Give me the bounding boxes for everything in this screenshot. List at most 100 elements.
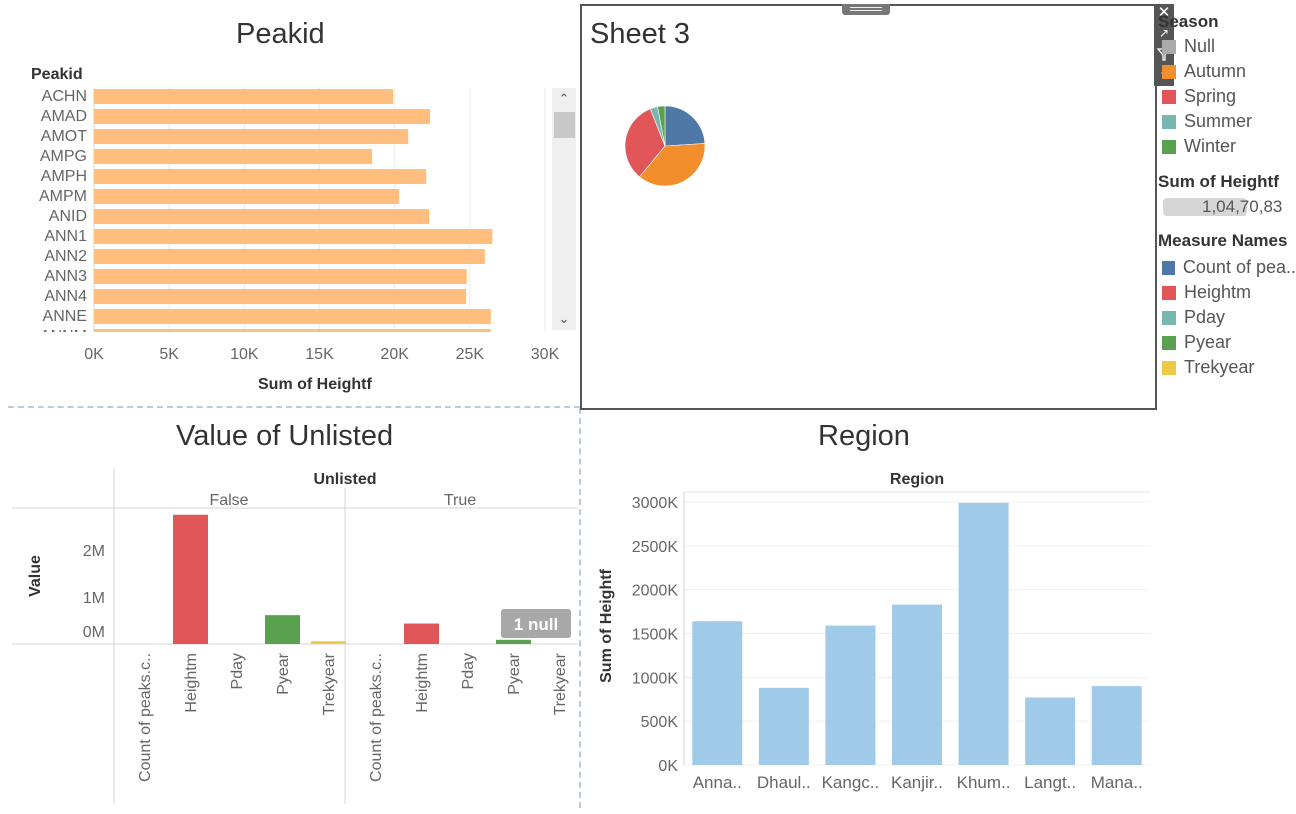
bar-amph: [94, 169, 427, 184]
y-tick-label: 1M: [83, 590, 105, 607]
bar-amot: [94, 129, 409, 144]
sheet3-container[interactable]: [580, 4, 1157, 410]
sheet-title-unlisted: Value of Unlisted: [176, 420, 394, 452]
legend-label: Winter: [1184, 136, 1237, 156]
legend-label: Spring: [1184, 86, 1237, 106]
sheet-title-region: Region: [818, 420, 910, 452]
x-tick-label: Count of peaks.c..: [368, 653, 385, 782]
legend-measure-names: Measure Names Count of pea.. Heightm Pday P…: [1158, 231, 1296, 380]
x-tick-label: Pday: [460, 653, 477, 689]
legend-season-winter[interactable]: Winter: [1158, 134, 1296, 159]
bar-ann3: [94, 269, 467, 284]
dashboard-divider-horizontal: [8, 406, 580, 408]
bar-dhaul: [758, 687, 809, 765]
legend-label: Heightm: [1184, 282, 1252, 302]
bar-false-pyear: [265, 615, 300, 644]
panel-header-false: False: [209, 492, 248, 509]
y-tick-label: AMPH: [41, 168, 87, 185]
bar-ann2: [94, 249, 485, 264]
legend-label: Count of pea..: [1182, 257, 1296, 277]
unlisted-bar-chart[interactable]: Unlisted Value 2M 1M 0M False Count of peaks.c…: [0, 460, 580, 810]
season-pie-chart[interactable]: [620, 101, 710, 191]
bar-ann1: [94, 229, 493, 244]
legend-swatch: [1162, 64, 1176, 79]
bar-mana: [1091, 686, 1142, 765]
legend-label: Pyear: [1184, 332, 1232, 352]
bar-anne: [94, 309, 491, 324]
sheet-title-sheet3: Sheet 3: [590, 18, 690, 50]
y-tick-label: 1000K: [632, 670, 679, 687]
x-tick-label: 0K: [84, 346, 104, 363]
column-header-region: Region: [890, 471, 944, 488]
x-tick-label: Pyear: [506, 652, 523, 694]
y-tick-label: ANNE: [43, 308, 87, 325]
legend-title-size: Sum of Heightf: [1158, 172, 1279, 191]
x-tick-label: 5K: [159, 346, 179, 363]
null-badge-label: 1 null: [514, 615, 558, 634]
scroll-thumb[interactable]: [554, 112, 575, 138]
bar-false-heightm: [173, 514, 208, 644]
x-tick-label: Mana..: [1091, 773, 1143, 792]
legend-season-summer[interactable]: Summer: [1158, 109, 1296, 134]
x-tick-label: Heightm: [183, 653, 200, 713]
bar-true-pyear: [496, 639, 531, 644]
bar-anid: [94, 209, 430, 224]
x-tick-label: Khum..: [957, 773, 1011, 792]
legend-swatch: [1162, 114, 1176, 129]
x-tick-label: 30K: [531, 346, 560, 363]
y-tick-label: 2000K: [632, 583, 679, 600]
y-tick-label: ANN1: [44, 228, 87, 245]
bar-ann4: [94, 289, 467, 304]
legend-swatch: [1162, 285, 1176, 300]
x-tick-label: Kanjir..: [891, 773, 943, 792]
x-tick-label: Langt..: [1024, 773, 1076, 792]
legend-measure-pyear[interactable]: Pyear: [1158, 330, 1296, 355]
y-tick-label: AMPG: [40, 148, 87, 165]
legend-swatch: [1162, 360, 1176, 375]
bar-false-trekyear: [311, 641, 346, 644]
y-tick-label: 2M: [83, 543, 105, 560]
scroll-down-icon[interactable]: ⌄: [552, 308, 576, 330]
y-tick-label: ANN3: [44, 268, 87, 285]
scroll-up-icon[interactable]: ⌃: [552, 88, 576, 110]
legend-swatch: [1162, 89, 1176, 104]
legend-season-spring[interactable]: Spring: [1158, 84, 1296, 109]
legend-season-autumn[interactable]: Autumn: [1158, 59, 1296, 84]
column-header-unlisted: Unlisted: [313, 471, 376, 488]
legend-season-null[interactable]: Null: [1158, 34, 1296, 59]
y-tick-label: AMAD: [41, 108, 87, 125]
x-tick-label: Kangc..: [822, 773, 880, 792]
y-tick-label: 2500K: [632, 539, 679, 556]
legend-measure-heightm[interactable]: Heightm: [1158, 280, 1296, 305]
legend-label: Trekyear: [1184, 357, 1255, 377]
y-axis-title-region: Sum of Heightf: [598, 568, 615, 682]
x-tick-label: Count of peaks.c..: [137, 653, 154, 782]
sheet3-drag-handle[interactable]: [842, 4, 890, 15]
x-tick-label: Dhaul..: [757, 773, 811, 792]
legend-swatch: [1162, 39, 1176, 54]
legend-swatch: [1162, 335, 1176, 350]
peakid-bar-chart[interactable]: ACHN AMAD AMOT AMPG AMPH AMPM ANID ANN1 ANN2 ANN3…: [0, 80, 580, 400]
x-tick-label: Pday: [229, 653, 246, 689]
legend-swatch: [1162, 310, 1176, 325]
bar-partial: [94, 329, 491, 332]
y-axis-title-unlisted: Value: [27, 555, 44, 597]
region-bar-chart[interactable]: Region 3000K 2500K 2000K 1500K 1000K 500K 0K Sum…: [584, 460, 1164, 810]
legend-measure-pday[interactable]: Pday: [1158, 305, 1296, 330]
bar-kangc: [825, 625, 876, 765]
y-tick-label: ANN2: [44, 248, 87, 265]
y-tick-label: 0M: [83, 624, 105, 641]
y-tick-label: ACHN: [42, 88, 87, 105]
panel-header-true: True: [444, 492, 476, 509]
y-tick-label: ANN4: [44, 288, 87, 305]
legend-title-season: Season: [1158, 12, 1219, 31]
legend-swatch: [1162, 260, 1175, 275]
bar-langt: [1025, 697, 1076, 765]
legend-measure-trekyear[interactable]: Trekyear: [1158, 355, 1296, 380]
x-tick-label: 15K: [305, 346, 334, 363]
x-tick-label: Trekyear: [321, 652, 338, 715]
legend-measure-count-of-pea[interactable]: Count of pea..: [1158, 255, 1296, 280]
peakid-scrollbar[interactable]: ⌃ ⌄: [552, 88, 576, 330]
legend-season: Season Null Autumn Spring Summer Winter: [1158, 12, 1296, 159]
legend-title-measure-names: Measure Names: [1158, 231, 1288, 250]
